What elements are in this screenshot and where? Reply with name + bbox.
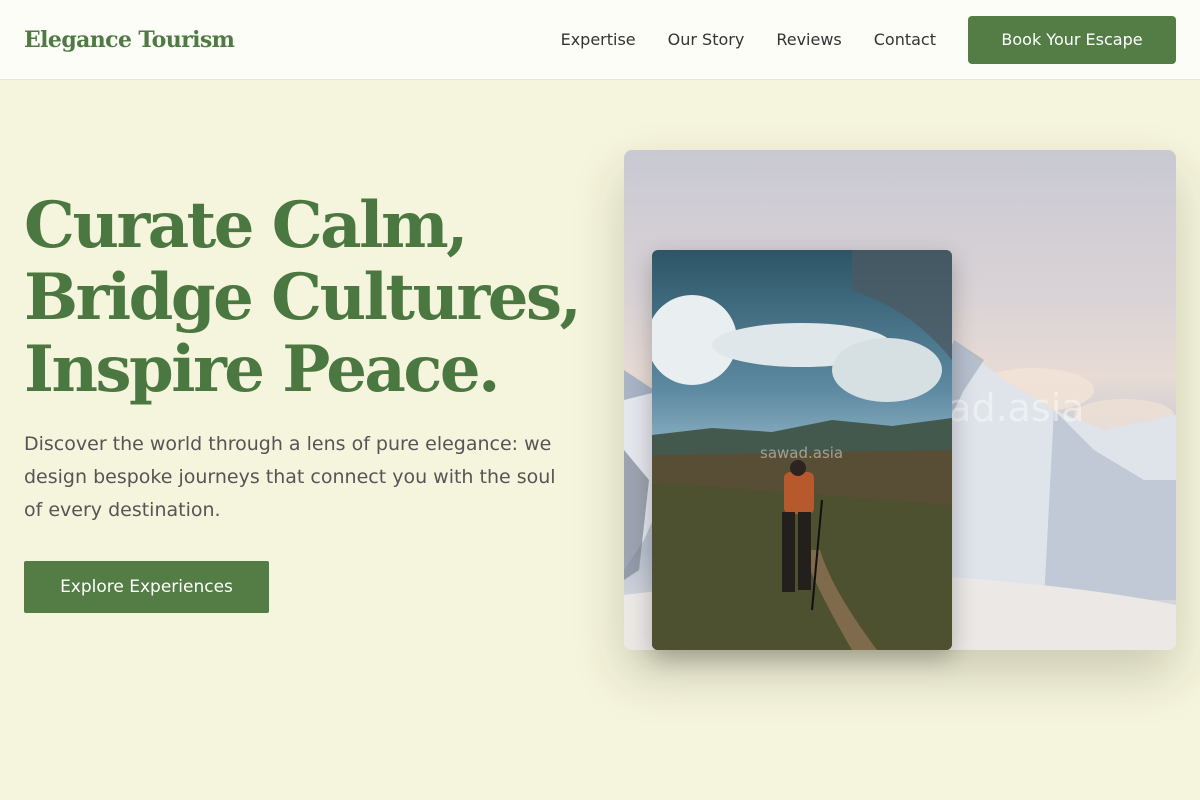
brand-logo[interactable]: Elegance Tourism (24, 27, 235, 53)
inset-photo-watermark: sawad.asia (760, 444, 844, 462)
hero-title-line: Curate Calm, (24, 188, 468, 263)
hero-title: Curate Calm, Bridge Cultures, Inspire Pe… (24, 190, 594, 406)
book-escape-button[interactable]: Book Your Escape (968, 15, 1176, 64)
hiker-photo: sawad.asia (652, 250, 952, 650)
nav-link-contact[interactable]: Contact (874, 30, 936, 49)
nav-link-reviews[interactable]: Reviews (776, 30, 841, 49)
nav-link-expertise[interactable]: Expertise (561, 30, 636, 49)
explore-experiences-button[interactable]: Explore Experiences (24, 561, 269, 613)
hero-subtitle: Discover the world through a lens of pur… (24, 433, 556, 521)
nav-link-our-story[interactable]: Our Story (668, 30, 745, 49)
hero-section: Curate Calm, Bridge Cultures, Inspire Pe… (24, 190, 594, 613)
hero-title-line: Bridge Cultures, (24, 260, 582, 335)
site-header: Elegance Tourism Expertise Our Story Rev… (0, 0, 1200, 80)
main-nav: Expertise Our Story Reviews Contact Book… (561, 15, 1176, 64)
hero-title-line: Inspire Peace. (24, 332, 500, 407)
